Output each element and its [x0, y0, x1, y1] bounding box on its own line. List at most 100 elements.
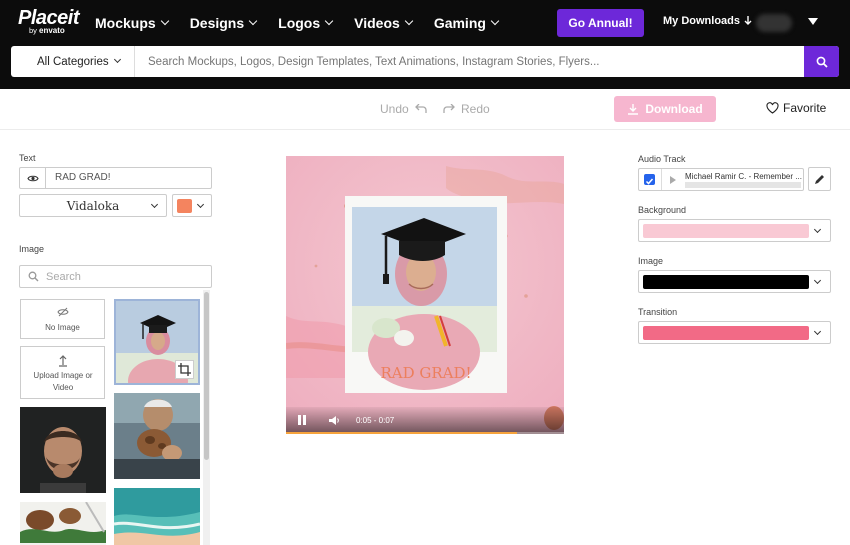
redo-label: Redo [461, 102, 490, 116]
chevron-down-icon [813, 327, 822, 336]
search-box: All Categories [11, 46, 839, 77]
scrollbar-thumb[interactable] [204, 292, 209, 460]
nav-logos-label: Logos [278, 14, 321, 31]
image-search-field[interactable]: Search [19, 265, 212, 288]
category-select[interactable]: All Categories [11, 46, 135, 77]
favorite-button[interactable]: Favorite [766, 101, 826, 115]
image-color-select[interactable] [638, 270, 831, 293]
image-list-scrollbar[interactable] [203, 290, 210, 545]
background-color-select[interactable] [638, 219, 831, 242]
nav-designs[interactable]: Designs [189, 14, 258, 31]
eye-icon [26, 175, 39, 181]
video-controls: 0:05 - 0:07 [286, 407, 564, 434]
chevron-down-icon [160, 16, 169, 25]
audio-track-field[interactable]: Michael Ramir C. - Remember ... [638, 168, 804, 191]
edit-audio-button[interactable] [808, 167, 831, 191]
chevron-down-icon [150, 200, 159, 209]
play-icon[interactable] [670, 176, 676, 184]
upload-tile[interactable]: Upload Image or Video [20, 346, 105, 399]
audio-track-title: Michael Ramir C. - Remember ... [685, 172, 802, 181]
image-tile-beach[interactable] [114, 488, 200, 545]
undo-icon [414, 103, 427, 113]
redo-button[interactable]: Redo [443, 102, 490, 116]
image-search-placeholder: Search [46, 270, 81, 283]
beach-thumbnail [114, 488, 200, 545]
image-tile-graduate-selected[interactable] [114, 299, 200, 385]
no-image-tile[interactable]: No Image [20, 299, 105, 339]
image-section-label: Image [19, 244, 45, 254]
chevron-down-icon [113, 55, 122, 64]
heart-icon [766, 102, 779, 114]
image-tile-man[interactable] [20, 407, 106, 493]
chevron-down-icon [324, 16, 334, 25]
download-button[interactable]: Download [614, 96, 716, 122]
nav-designs-label: Designs [189, 14, 245, 31]
undo-label: Undo [380, 102, 409, 116]
nav-videos[interactable]: Videos [354, 15, 414, 31]
search-button[interactable] [804, 46, 839, 77]
nav-logos[interactable]: Logos [278, 14, 334, 31]
search-band: All Categories [0, 45, 850, 89]
text-field[interactable]: RAD GRAD! [19, 167, 212, 189]
favorite-label: Favorite [783, 101, 827, 115]
text-color-select[interactable] [172, 194, 212, 217]
download-icon [628, 104, 639, 115]
search-input[interactable] [148, 46, 798, 77]
account-avatar[interactable] [756, 14, 792, 32]
font-select[interactable]: Vidaloka [19, 194, 167, 217]
chevron-down-icon [404, 16, 414, 25]
nav-links: Mockups Designs Logos Videos Gaming [95, 0, 520, 45]
transition-color-select[interactable] [638, 321, 831, 344]
video-preview[interactable]: RAD GRAD! 0:05 - 0:07 [286, 156, 564, 434]
placeit-logo[interactable]: Placeit by envato [18, 7, 80, 37]
crop-button[interactable] [175, 360, 194, 379]
checkmark-icon [645, 178, 654, 185]
nav-gaming[interactable]: Gaming [433, 14, 500, 31]
go-annual-button[interactable]: Go Annual! [557, 9, 644, 37]
chevron-down-icon [196, 200, 205, 209]
background-label: Background [638, 205, 687, 215]
search-icon [816, 56, 828, 68]
food-thumbnail [114, 393, 200, 479]
chevron-down-icon [813, 225, 822, 234]
category-select-value: All Categories [37, 55, 109, 68]
preview-artwork: RAD GRAD! [286, 156, 564, 434]
pencil-icon [815, 174, 824, 184]
upload-label: Upload Image or Video [33, 371, 93, 392]
font-select-value: Vidaloka [66, 198, 120, 213]
timecode: 0:05 - 0:07 [356, 416, 395, 425]
image-tile-food-plate[interactable] [20, 502, 106, 545]
logo-sub-prefix: by [29, 26, 37, 35]
editor-toolbar: Undo Redo Download Favorite [0, 89, 850, 130]
account-menu-caret-icon[interactable] [808, 18, 818, 25]
crop-icon [178, 363, 191, 376]
chevron-down-icon [490, 16, 500, 25]
redo-icon [443, 103, 455, 113]
chevron-down-icon [813, 276, 822, 285]
audio-checkbox[interactable] [644, 174, 655, 185]
image-tile-man-food[interactable] [114, 393, 200, 479]
transition-label: Transition [638, 307, 678, 317]
volume-icon[interactable] [328, 415, 340, 426]
nav-mockups-label: Mockups [95, 14, 156, 31]
nav-mockups[interactable]: Mockups [95, 14, 169, 31]
search-icon [28, 271, 39, 282]
upload-icon [59, 355, 67, 367]
top-navigation: Placeit by envato Mockups Designs Logos … [0, 0, 850, 45]
nav-gaming-label: Gaming [433, 14, 486, 31]
man-thumbnail [20, 407, 106, 493]
logo-sub-name: envato [39, 26, 65, 35]
preview-headline: RAD GRAD! [380, 364, 471, 382]
hidden-eye-icon [57, 307, 69, 317]
logo-brand: Placeit [18, 7, 79, 29]
playback-progress-fill [286, 432, 517, 434]
my-downloads-link[interactable]: My Downloads [663, 15, 752, 27]
image-color-swatch [643, 275, 809, 289]
my-downloads-label: My Downloads [663, 15, 741, 27]
text-section-label: Text [19, 153, 36, 163]
undo-button[interactable]: Undo [380, 102, 427, 116]
playback-progress[interactable] [286, 432, 564, 434]
pause-icon[interactable] [296, 414, 308, 426]
visibility-toggle[interactable] [20, 168, 46, 188]
audio-track-label: Audio Track [638, 154, 686, 164]
